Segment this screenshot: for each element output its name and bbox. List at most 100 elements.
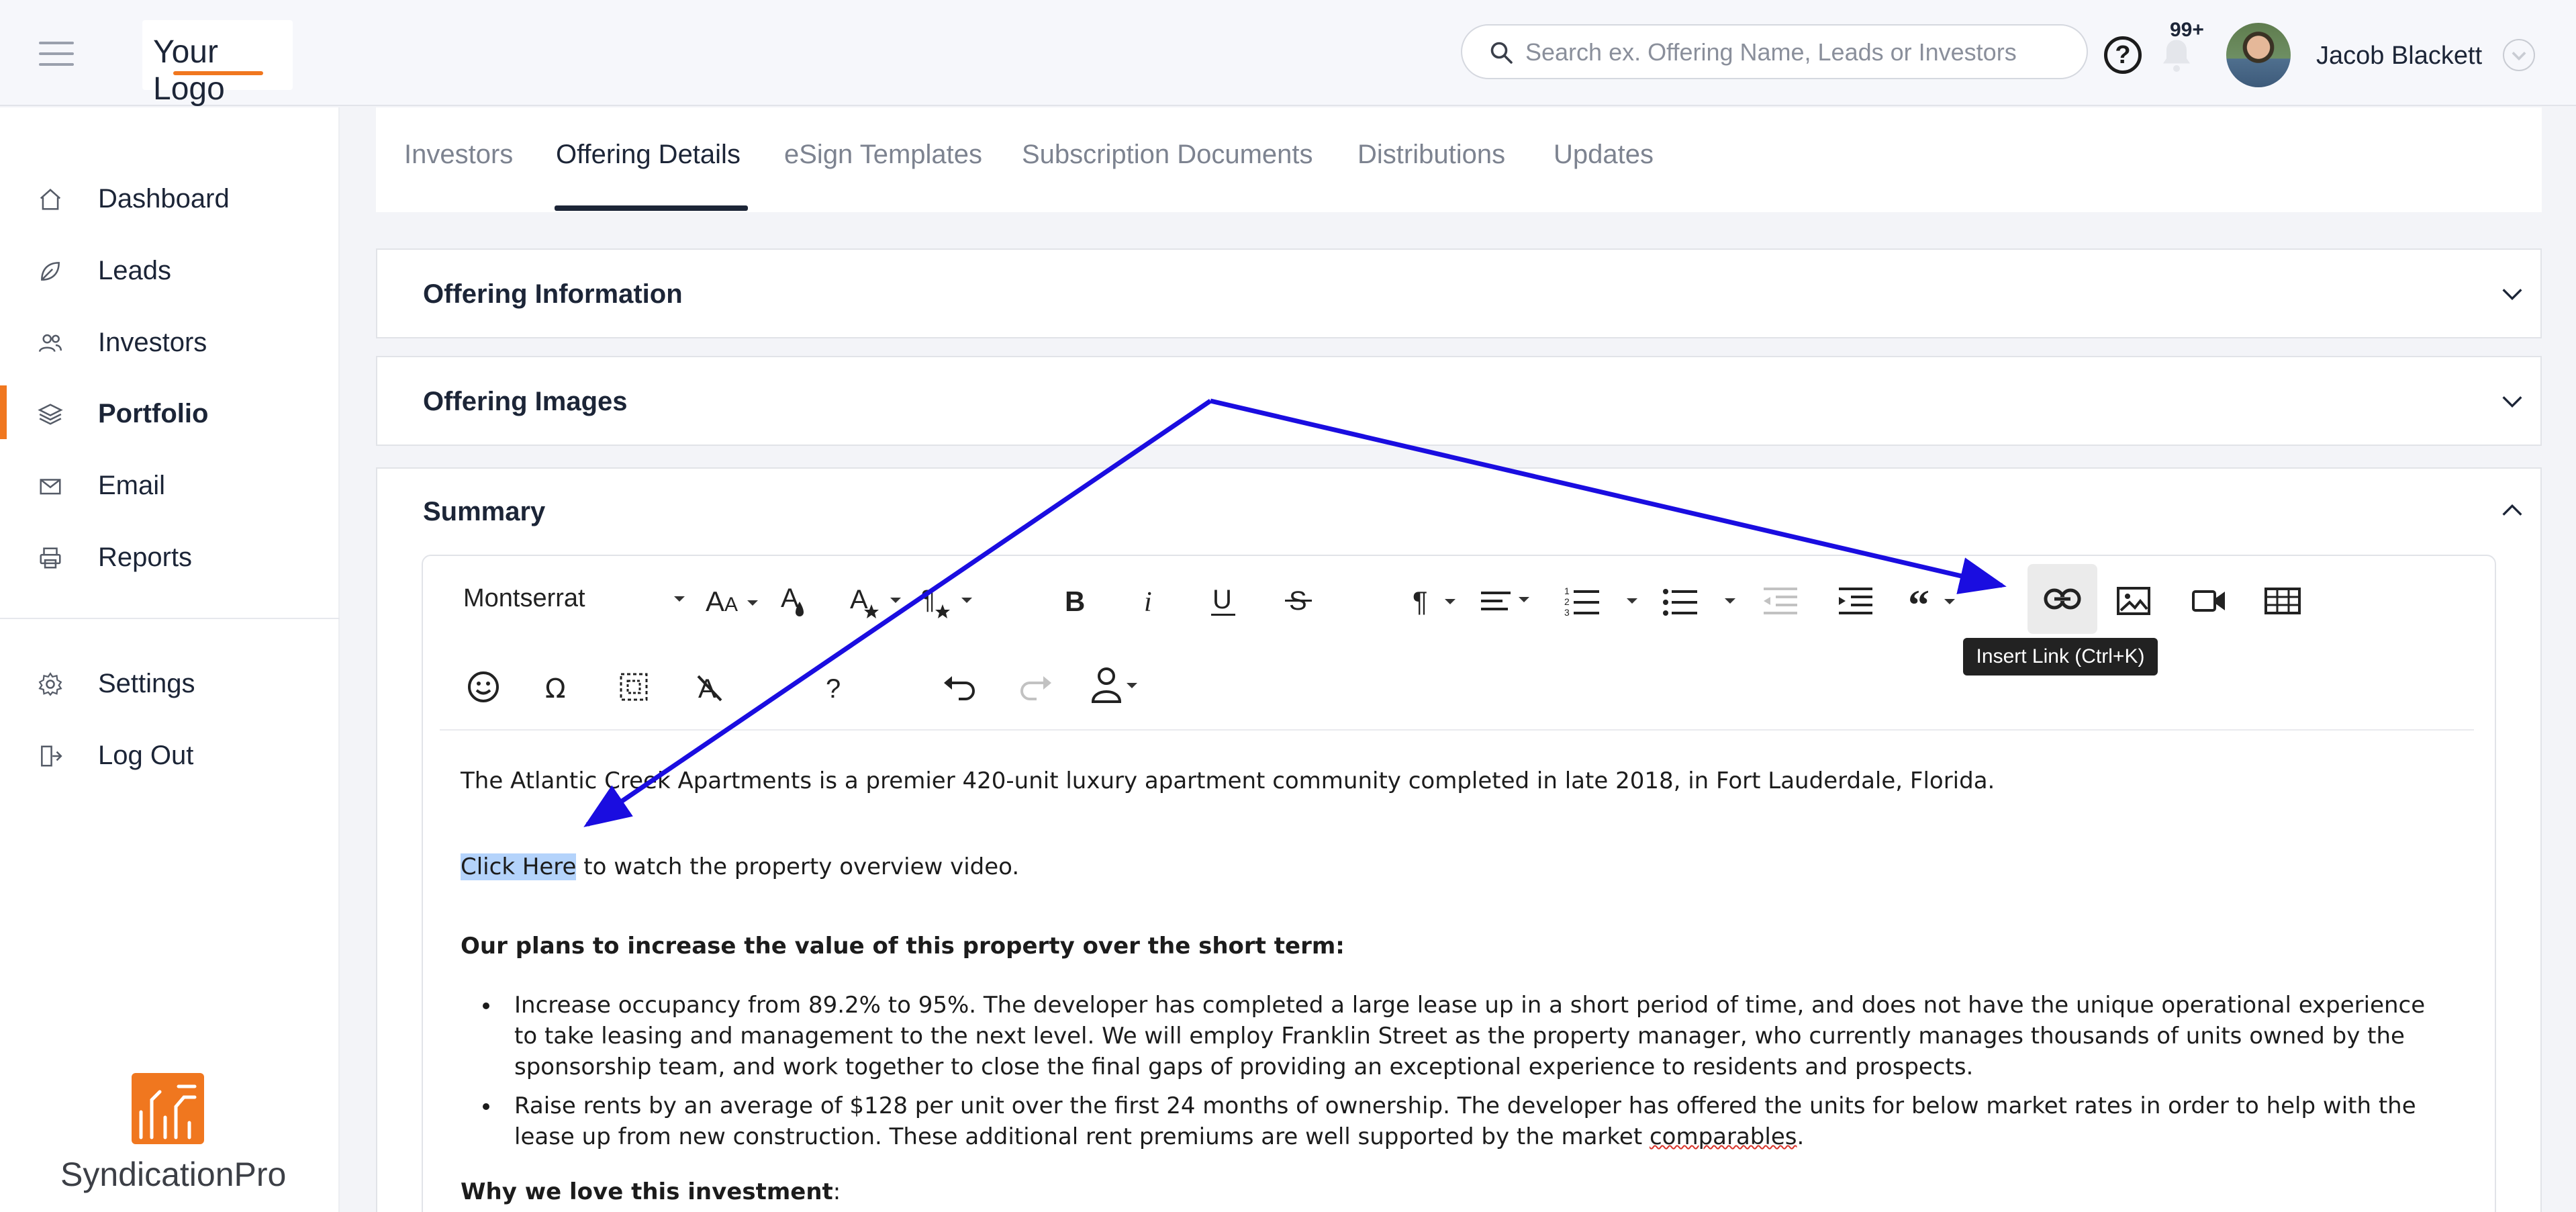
help-icon[interactable]: ?	[2104, 36, 2142, 74]
help-button[interactable]: ?	[814, 663, 854, 710]
emoticons-button[interactable]	[463, 663, 504, 710]
undo-button[interactable]	[940, 663, 980, 710]
offering-information-panel[interactable]: Offering Information	[376, 248, 2542, 338]
sidebar-item-reports[interactable]: Reports	[0, 529, 340, 583]
link-icon	[2044, 588, 2081, 610]
strikethrough-button[interactable]: S	[1278, 577, 1319, 624]
user-menu-chevron-icon[interactable]	[2503, 39, 2535, 71]
merge-fields-button[interactable]	[1088, 661, 1148, 708]
redo-icon	[1020, 676, 1051, 700]
tab-investors[interactable]: Investors	[404, 140, 513, 170]
heading-why-love-text: Why we love this investment	[461, 1178, 833, 1205]
sidebar-item-logout[interactable]: Log Out	[0, 727, 340, 781]
svg-text:i: i	[1144, 587, 1152, 618]
tab-offering-details[interactable]: Offering Details	[556, 140, 741, 170]
align-left-icon	[1481, 592, 1529, 610]
quote-button[interactable]: “	[1907, 577, 1967, 624]
insert-image-button[interactable]	[2113, 577, 2154, 624]
select-all-button[interactable]	[614, 663, 654, 710]
ordered-list-icon: 123	[1564, 586, 1599, 617]
sidebar-item-email[interactable]: Email	[0, 457, 340, 511]
svg-text:U: U	[1212, 585, 1232, 614]
chevron-down-icon[interactable]	[2499, 281, 2526, 308]
selected-link-text[interactable]: Click Here	[461, 853, 577, 880]
chevron-down-icon[interactable]	[2499, 388, 2526, 415]
tab-subscription-documents[interactable]: Subscription Documents	[1022, 140, 1313, 170]
underline-button[interactable]: U	[1203, 577, 1243, 624]
svg-text:?: ?	[826, 674, 841, 703]
hamburger-menu-icon[interactable]	[39, 42, 74, 66]
search-bar[interactable]	[1461, 24, 2088, 79]
svg-text:2: 2	[1564, 596, 1570, 607]
sidebar-item-label: Settings	[98, 669, 195, 698]
insert-link-button[interactable]	[2028, 564, 2097, 634]
sidebar-item-leads[interactable]: Leads	[0, 242, 340, 296]
special-characters-button[interactable]: Ω	[538, 663, 579, 710]
svg-text:¶: ¶	[921, 585, 935, 614]
sidebar-item-label: Portfolio	[98, 399, 209, 428]
paragraph-star-icon: ¶	[921, 585, 972, 618]
clear-formatting-button[interactable]: A	[689, 663, 729, 710]
svg-text:A: A	[781, 584, 799, 613]
ordered-list-dropdown[interactable]	[1622, 577, 1642, 624]
insert-video-button[interactable]	[2189, 577, 2229, 624]
paragraph-style-button[interactable]: ¶	[918, 577, 979, 624]
tab-distributions[interactable]: Distributions	[1357, 140, 1505, 170]
text-style-star-icon: A	[850, 585, 901, 618]
insert-table-button[interactable]	[2262, 577, 2303, 624]
sidebar-item-portfolio[interactable]: Portfolio	[0, 385, 340, 439]
panel-title: Summary	[423, 497, 546, 526]
search-input[interactable]	[1525, 32, 2062, 73]
quote-icon: “	[1908, 584, 1955, 618]
italic-button[interactable]: i	[1129, 577, 1170, 624]
syndicationpro-logo-icon	[132, 1073, 204, 1144]
gear-icon	[38, 672, 62, 696]
paragraph-format-button[interactable]: ¶	[1410, 577, 1466, 624]
tab-esign-templates[interactable]: eSign Templates	[784, 140, 982, 170]
increase-indent-button[interactable]	[1835, 577, 1876, 624]
bold-button[interactable]: B	[1054, 577, 1094, 624]
font-family-select[interactable]: Montserrat	[463, 584, 685, 613]
user-avatar[interactable]	[2226, 23, 2291, 87]
logo[interactable]: Your Logo	[142, 20, 293, 107]
user-name[interactable]: Jacob Blackett	[2316, 42, 2482, 71]
underline-icon: U	[1211, 585, 1235, 616]
font-size-button[interactable]: AA	[704, 577, 764, 624]
unordered-list-button[interactable]	[1661, 577, 1701, 624]
svg-text:A: A	[706, 586, 724, 617]
chevron-up-icon[interactable]	[2499, 497, 2526, 524]
dropdown-caret-icon	[1725, 598, 1735, 604]
ordered-list-button[interactable]: 123	[1563, 577, 1603, 624]
bold-icon: B	[1065, 586, 1085, 617]
printer-icon	[40, 547, 61, 569]
bullet-list-icon	[1663, 589, 1697, 616]
svg-text:1: 1	[1564, 586, 1570, 596]
select-all-icon	[620, 673, 648, 701]
leaf-icon	[41, 262, 60, 281]
heading-colon: :	[832, 1178, 841, 1205]
italic-icon: i	[1144, 587, 1152, 618]
align-button[interactable]	[1478, 577, 1541, 624]
sidebar-item-label: Investors	[98, 328, 207, 357]
font-family-value: Montserrat	[463, 584, 585, 612]
insert-link-tooltip: Insert Link (Ctrl+K)	[1963, 638, 2158, 675]
tab-updates[interactable]: Updates	[1554, 140, 1654, 170]
redo-button[interactable]	[1015, 663, 1055, 710]
unordered-list-dropdown[interactable]	[1720, 577, 1740, 624]
list-item: Raise rents by an average of $128 per un…	[501, 1090, 2434, 1152]
sidebar-item-label: Log Out	[98, 741, 194, 770]
text-style-button[interactable]: A	[847, 577, 908, 624]
clear-formatting-icon: A	[697, 674, 722, 703]
heading-short-term-plans: Our plans to increase the value of this …	[461, 933, 1345, 960]
sidebar-item-dashboard[interactable]: Dashboard	[0, 171, 340, 224]
sidebar-item-settings[interactable]: Settings	[0, 655, 340, 709]
decrease-indent-button[interactable]	[1760, 577, 1801, 624]
paragraph-intro: The Atlantic Creek Apartments is a premi…	[461, 767, 1995, 794]
misspelled-word[interactable]: comparables	[1650, 1123, 1797, 1150]
sidebar-item-investors[interactable]: Investors	[0, 314, 340, 368]
text-color-button[interactable]: A	[776, 577, 816, 624]
top-header: Your Logo ? 99+ Jacob Blackett	[0, 0, 2576, 107]
users-icon	[38, 334, 62, 353]
logout-icon	[41, 745, 62, 767]
offering-images-panel[interactable]: Offering Images	[376, 356, 2542, 446]
